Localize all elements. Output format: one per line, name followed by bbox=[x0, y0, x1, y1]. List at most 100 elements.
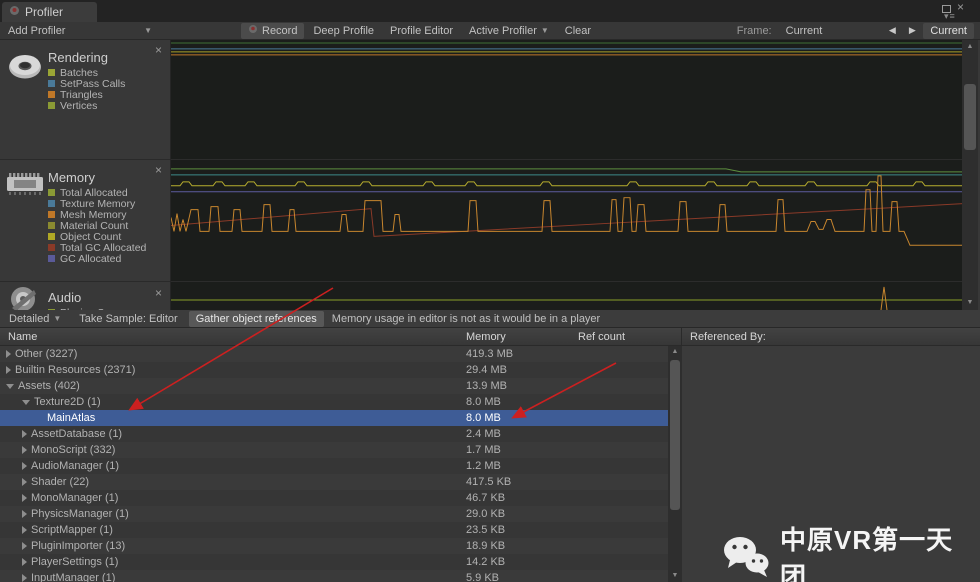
chevron-down-icon: ▼ bbox=[541, 26, 549, 35]
expand-toggle-icon[interactable] bbox=[22, 510, 27, 518]
expand-toggle-icon[interactable] bbox=[6, 384, 14, 389]
table-row[interactable]: Texture2D (1)8.0 MB bbox=[0, 394, 668, 410]
clear-button[interactable]: Clear bbox=[558, 23, 598, 39]
close-icon[interactable]: × bbox=[155, 43, 162, 57]
record-button[interactable]: Record bbox=[241, 23, 304, 39]
rendering-chart[interactable] bbox=[171, 40, 963, 160]
watermark-text: 中原VR第一天团 bbox=[780, 520, 980, 582]
next-frame-button[interactable]: ▶ bbox=[902, 25, 922, 36]
scroll-up-icon[interactable]: ▲ bbox=[962, 42, 978, 52]
module-title: Rendering bbox=[48, 50, 108, 65]
column-ref-count[interactable]: Ref count bbox=[578, 331, 625, 343]
expand-toggle-icon[interactable] bbox=[22, 542, 27, 550]
profiler-tab-icon bbox=[9, 5, 20, 19]
module-card-rendering[interactable]: × Rendering BatchesSetPass CallsTriangle… bbox=[0, 40, 170, 160]
table-row[interactable]: MonoScript (332)1.7 MB bbox=[0, 442, 668, 458]
close-icon[interactable]: × bbox=[155, 286, 162, 300]
legend-item[interactable]: Object Count bbox=[48, 231, 146, 242]
chevron-down-icon: ▼ bbox=[144, 26, 152, 35]
expand-toggle-icon[interactable] bbox=[22, 574, 27, 582]
row-name: ScriptMapper (1) bbox=[31, 524, 113, 536]
legend-item[interactable]: Vertices bbox=[48, 100, 125, 111]
table-row[interactable]: PluginImporter (13)18.9 KB bbox=[0, 538, 668, 554]
legend-swatch bbox=[48, 244, 55, 251]
table-row[interactable]: PlayerSettings (1)14.2 KB bbox=[0, 554, 668, 570]
table-row[interactable]: ScriptMapper (1)23.5 KB bbox=[0, 522, 668, 538]
memory-chart[interactable] bbox=[171, 160, 963, 282]
close-icon[interactable]: × bbox=[957, 0, 964, 14]
expand-toggle-icon[interactable] bbox=[6, 366, 11, 374]
pane-menu-icon[interactable]: ▾≡ bbox=[944, 11, 956, 22]
table-header: Name Memory Ref count bbox=[0, 328, 682, 346]
row-memory: 29.4 MB bbox=[466, 364, 507, 376]
expand-toggle-icon[interactable] bbox=[22, 462, 27, 470]
table-row[interactable]: Assets (402)13.9 MB bbox=[0, 378, 668, 394]
expand-toggle-icon[interactable] bbox=[22, 400, 30, 405]
expand-toggle-icon[interactable] bbox=[22, 494, 27, 502]
legend-item[interactable]: Mesh Memory bbox=[48, 209, 146, 220]
table-row[interactable]: MonoManager (1)46.7 KB bbox=[0, 490, 668, 506]
pane-controls: × ▾≡ bbox=[942, 2, 976, 22]
deep-profile-label: Deep Profile bbox=[313, 25, 374, 37]
expand-toggle-icon[interactable] bbox=[6, 350, 11, 358]
audio-chart[interactable] bbox=[171, 282, 963, 310]
expand-toggle-icon[interactable] bbox=[22, 558, 27, 566]
table-row[interactable]: InputManager (1)5.9 KB bbox=[0, 570, 668, 582]
module-title: Memory bbox=[48, 170, 95, 185]
row-name: Assets (402) bbox=[18, 380, 80, 392]
add-profiler-dropdown[interactable]: Add Profiler ▼ bbox=[0, 22, 160, 39]
editor-memory-notice: Memory usage in editor is not as it woul… bbox=[332, 313, 600, 325]
frame-label: Frame: bbox=[737, 25, 772, 37]
legend-label: Vertices bbox=[60, 100, 97, 112]
scrollbar-thumb[interactable] bbox=[964, 84, 976, 150]
legend-item[interactable]: Texture Memory bbox=[48, 198, 146, 209]
module-card-memory[interactable]: × Memory Total AllocatedTexture Memo bbox=[0, 160, 170, 282]
expand-toggle-icon[interactable] bbox=[22, 478, 27, 486]
take-sample-label: Take Sample: Editor bbox=[79, 313, 177, 325]
expand-toggle-icon[interactable] bbox=[22, 430, 27, 438]
legend-swatch bbox=[48, 189, 55, 196]
row-name: PlayerSettings (1) bbox=[31, 556, 118, 568]
legend-item[interactable]: Total GC Allocated bbox=[48, 242, 146, 253]
scroll-down-icon[interactable]: ▼ bbox=[962, 298, 978, 308]
charts-scrollbar[interactable]: ▲ ▼ bbox=[962, 40, 978, 310]
legend-item[interactable]: SetPass Calls bbox=[48, 78, 125, 89]
legend-item[interactable]: Total Allocated bbox=[48, 187, 146, 198]
table-row[interactable]: Builtin Resources (2371)29.4 MB bbox=[0, 362, 668, 378]
detailed-label: Detailed bbox=[9, 313, 49, 325]
gather-object-references-button[interactable]: Gather object references bbox=[189, 311, 324, 327]
profile-editor-button[interactable]: Profile Editor bbox=[383, 23, 460, 39]
expand-toggle-icon[interactable] bbox=[22, 526, 27, 534]
table-row[interactable]: AssetDatabase (1)2.4 MB bbox=[0, 426, 668, 442]
scroll-up-icon[interactable]: ▲ bbox=[668, 347, 682, 357]
watermark: 中原VR第一天团 bbox=[722, 520, 980, 582]
legend-item[interactable]: Batches bbox=[48, 67, 125, 78]
previous-frame-button[interactable]: ◀ bbox=[882, 25, 902, 36]
expand-toggle-icon[interactable] bbox=[22, 446, 27, 454]
legend-item[interactable]: GC Allocated bbox=[48, 253, 146, 264]
tab-profiler[interactable]: Profiler bbox=[2, 2, 97, 22]
active-profiler-dropdown[interactable]: Active Profiler ▼ bbox=[462, 23, 556, 39]
take-sample-button[interactable]: Take Sample: Editor bbox=[72, 311, 184, 327]
deep-profile-button[interactable]: Deep Profile bbox=[306, 23, 381, 39]
close-icon[interactable]: × bbox=[155, 163, 162, 177]
scroll-down-icon[interactable]: ▼ bbox=[668, 571, 682, 581]
legend-item[interactable]: Triangles bbox=[48, 89, 125, 100]
current-frame-button[interactable]: Current bbox=[923, 23, 974, 39]
module-card-audio[interactable]: × Audio Playing Sources bbox=[0, 282, 170, 310]
column-memory[interactable]: Memory bbox=[466, 331, 506, 343]
row-name: AudioManager (1) bbox=[31, 460, 119, 472]
table-scrollbar[interactable]: ▲ ▼ bbox=[668, 346, 682, 582]
detailed-dropdown[interactable]: Detailed ▼ bbox=[2, 311, 68, 327]
frame-value: Current bbox=[786, 25, 823, 37]
row-name: Shader (22) bbox=[31, 476, 89, 488]
column-name[interactable]: Name bbox=[8, 331, 37, 343]
table-row[interactable]: PhysicsManager (1)29.0 KB bbox=[0, 506, 668, 522]
table-row[interactable]: Other (3227)419.3 MB bbox=[0, 346, 668, 362]
table-row[interactable]: AudioManager (1)1.2 MB bbox=[0, 458, 668, 474]
table-row[interactable]: Shader (22)417.5 KB bbox=[0, 474, 668, 490]
table-row[interactable]: MainAtlas8.0 MB bbox=[0, 410, 668, 426]
module-sidebar: × Rendering BatchesSetPass CallsTriangle… bbox=[0, 40, 170, 310]
legend-item[interactable]: Material Count bbox=[48, 220, 146, 231]
scrollbar-thumb[interactable] bbox=[670, 360, 680, 510]
